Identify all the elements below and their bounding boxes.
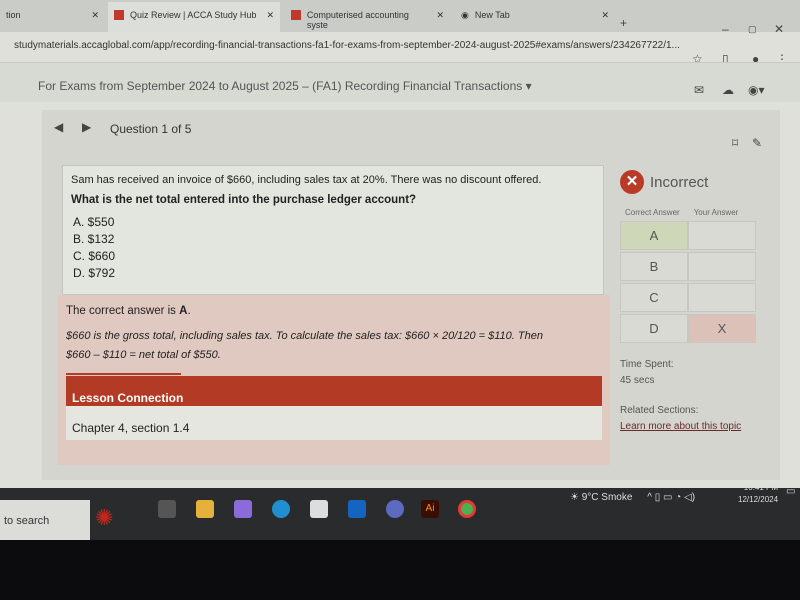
chrome-icon: ◉	[461, 10, 469, 20]
tab-label: New Tab	[474, 10, 510, 20]
close-icon[interactable]: ✕	[91, 10, 99, 21]
new-tab-icon[interactable]: +	[620, 16, 627, 30]
lesson-reference[interactable]: Chapter 4, section 1.4	[66, 406, 602, 440]
incorrect-x-icon: ✕	[620, 170, 644, 194]
outlook-icon[interactable]	[348, 500, 366, 518]
answer-row: DX	[620, 314, 760, 343]
tab[interactable]: tion ✕	[0, 2, 105, 32]
address-bar[interactable]: studymaterials.accaglobal.com/app/record…	[0, 36, 690, 58]
lesson-connection-header: Lesson Connection	[66, 376, 602, 406]
question-box: Sam has received an invoice of $660, inc…	[62, 165, 604, 295]
tab-active[interactable]: Quiz Review | ACCA Study Hub ✕	[108, 2, 280, 32]
explanation-line: $660 – $110 = net total of $550.	[66, 349, 221, 361]
course-dropdown[interactable]: For Exams from September 2024 to August …	[38, 79, 532, 93]
acca-favicon-icon	[114, 10, 124, 20]
correct-cell: A	[620, 221, 688, 250]
course-header: For Exams from September 2024 to August …	[0, 62, 800, 102]
tab-label: Quiz Review | ACCA Study Hub	[130, 10, 257, 20]
copilot-icon[interactable]	[234, 500, 252, 518]
correct-letter: A	[179, 305, 188, 317]
time-label: Time Spent:	[620, 359, 674, 370]
your-cell	[688, 252, 756, 281]
time-value: 45 secs	[620, 375, 655, 386]
date: 12/12/2024	[738, 495, 779, 504]
close-window-icon[interactable]: ✕	[774, 22, 784, 36]
explanation-line: $660 is the gross total, including sales…	[66, 330, 543, 342]
store-icon[interactable]	[310, 500, 328, 518]
your-cell	[688, 283, 756, 312]
question-text: What is the net total entered into the p…	[71, 194, 417, 206]
restore-icon[interactable]: ▢	[748, 24, 757, 35]
result-sidebar: ✕ Incorrect Correct Answer Your Answer A B…	[620, 170, 760, 435]
answer-row: B	[620, 252, 760, 281]
media-icon[interactable]	[386, 500, 404, 518]
question-position: Question 1 of 5	[110, 122, 192, 136]
acca-favicon-icon	[291, 10, 301, 20]
your-cell: X	[688, 314, 756, 343]
file-explorer-icon[interactable]	[196, 500, 214, 518]
option-c: C. $660	[73, 249, 116, 263]
chrome-taskbar-icon[interactable]	[458, 500, 476, 518]
option-b: B. $132	[73, 232, 115, 246]
task-view-icon[interactable]	[158, 500, 176, 518]
prev-arrow-icon[interactable]: ◀	[54, 120, 63, 134]
col-correct-answer: Correct Answer	[625, 208, 680, 217]
illustrator-icon[interactable]: Ai	[421, 500, 439, 518]
cloud-icon[interactable]: ☁	[722, 83, 734, 97]
notification-icon[interactable]: ▭	[786, 486, 795, 497]
correct-cell: D	[620, 314, 688, 343]
result-status: Incorrect	[650, 173, 709, 191]
edge-icon[interactable]	[272, 500, 290, 518]
correct-cell: B	[620, 252, 688, 281]
question-nav: ◀ ▶ Question 1 of 5 ⌑ ✎	[42, 116, 780, 150]
bookmark-icon[interactable]: ⌑	[732, 136, 738, 150]
close-icon[interactable]: ✕	[436, 10, 444, 21]
tab-label: tion	[6, 10, 21, 20]
system-tray: ☀ 9°C Smoke ^ ▯ ▭ ◔ ◁)	[570, 492, 695, 503]
tab-bar: tion ✕ Quiz Review | ACCA Study Hub ✕ Comp…	[0, 0, 800, 36]
divider	[66, 373, 181, 375]
answer-row: A	[620, 221, 760, 250]
mail-icon[interactable]: ✉	[694, 83, 704, 97]
minimize-icon[interactable]: –	[722, 22, 729, 36]
related-label: Related Sections:	[620, 405, 699, 416]
clock[interactable]: 10:41 PM 12/12/2024	[738, 482, 778, 506]
answer-row: C	[620, 283, 760, 312]
correct-prefix: The correct answer is	[66, 305, 180, 317]
correct-cell: C	[620, 283, 688, 312]
learn-more-link[interactable]: Learn more about this topic	[620, 421, 741, 432]
url-text: studymaterials.accaglobal.com/app/record…	[14, 40, 680, 51]
time: 10:41 PM	[743, 483, 779, 492]
option-d: D. $792	[73, 266, 116, 280]
tray-icons[interactable]: ^ ▯ ▭ ◔ ◁)	[647, 492, 695, 503]
col-your-answer: Your Answer	[693, 208, 739, 217]
your-cell	[688, 221, 756, 250]
option-a: A. $550	[73, 215, 115, 229]
tab[interactable]: ◉ New Tab ✕	[455, 2, 615, 32]
tab[interactable]: Computerised accounting syste ✕	[285, 2, 450, 32]
weather-icon: ☀	[570, 492, 579, 503]
weather-text[interactable]: 9°C Smoke	[582, 492, 633, 503]
poinsettia-icon: ✺	[95, 505, 114, 530]
explanation: $660 is the gross total, including sales…	[66, 327, 602, 365]
correct-answer-line: The correct answer is A.	[66, 305, 191, 317]
taskbar-search[interactable]: to search	[0, 500, 90, 540]
answer-grid: A B C DX	[620, 221, 760, 343]
next-arrow-icon[interactable]: ▶	[82, 120, 91, 134]
user-menu-icon[interactable]: ◉▾	[748, 83, 765, 97]
edit-icon[interactable]: ✎	[752, 136, 762, 150]
question-stem: Sam has received an invoice of $660, inc…	[71, 174, 542, 186]
close-icon[interactable]: ✕	[601, 10, 609, 21]
tab-label: Computerised accounting syste	[306, 10, 409, 30]
close-icon[interactable]: ✕	[266, 10, 274, 21]
